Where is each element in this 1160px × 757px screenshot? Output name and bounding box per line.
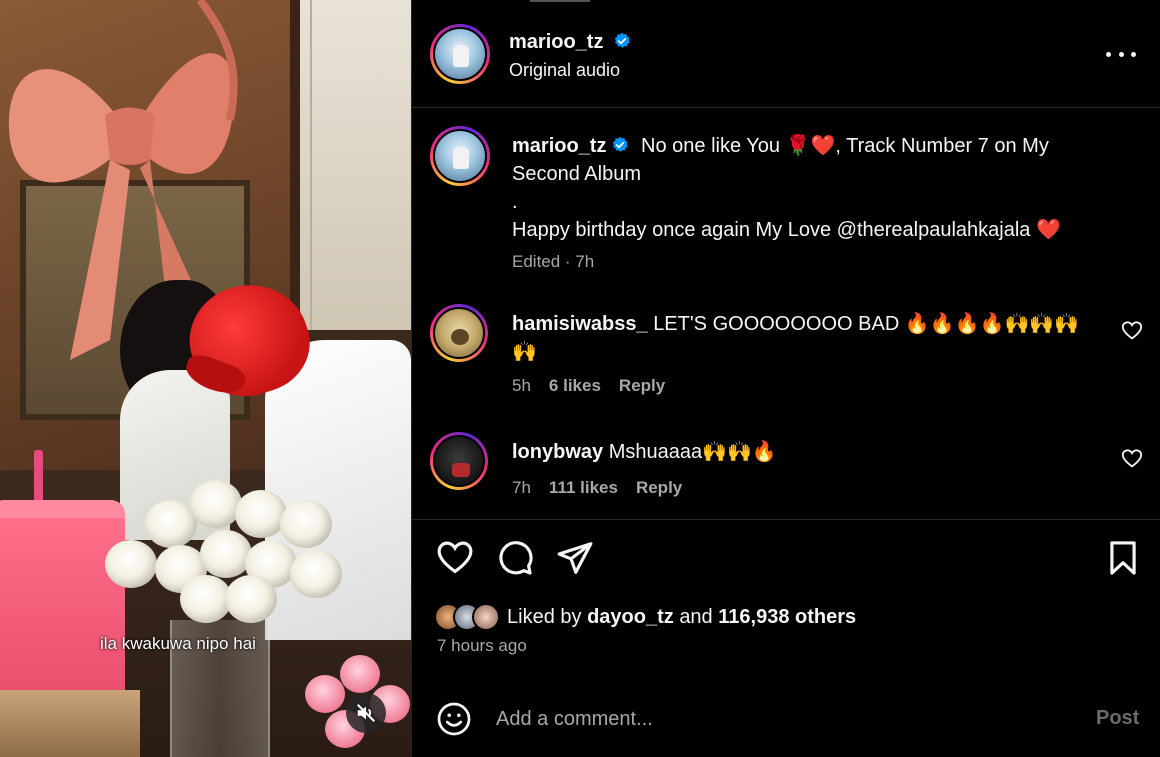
heart-icon[interactable] <box>1121 448 1143 470</box>
smiley-icon <box>437 702 471 736</box>
caption-text-line3: Happy birthday once again My Love @there… <box>512 219 1031 241</box>
more-options-icon <box>1106 51 1111 57</box>
audio-link[interactable]: Original audio <box>509 60 631 81</box>
caption-text-line1: No one like You <box>641 135 781 157</box>
mute-button[interactable] <box>346 693 386 733</box>
caption-username[interactable]: marioo_tz <box>512 135 606 157</box>
author-username[interactable]: marioo_tz <box>509 31 603 53</box>
caption-text-line1-rest: , Track Number 7 on My <box>835 135 1049 157</box>
verified-badge-icon <box>613 136 629 152</box>
heart-icon <box>437 541 473 574</box>
caption-dot: . <box>512 191 518 213</box>
comment-text: LET'S GOOOOOOOO BAD <box>653 313 900 335</box>
comment-bubble-icon <box>499 541 533 575</box>
liked-by-prefix: Liked by <box>507 605 582 628</box>
caption-heart-emoji: ❤️ <box>1035 219 1061 241</box>
caption-text-line2: Second Album <box>512 163 641 185</box>
commenter-avatar[interactable] <box>430 304 488 362</box>
liker-avatar <box>472 603 500 631</box>
verified-badge-icon <box>614 32 630 48</box>
white-roses <box>95 470 355 630</box>
save-button[interactable] <box>1104 539 1142 577</box>
more-options-button[interactable] <box>1106 42 1136 66</box>
liked-by-and: and <box>679 605 713 628</box>
comment-likes-count[interactable]: 111 likes <box>549 478 618 498</box>
liked-by-others[interactable]: 116,938 others <box>718 606 856 628</box>
paper-plane-icon <box>557 542 593 574</box>
comment-composer: Post <box>412 681 1160 757</box>
video-caption: ila kwakuwa nipo hai <box>100 634 256 653</box>
reel-video[interactable]: ila kwakuwa nipo hai <box>0 0 411 757</box>
comment-text: Mshuaaaa <box>608 441 703 463</box>
heart-icon[interactable] <box>1121 320 1143 342</box>
comment-reply-button[interactable]: Reply <box>619 376 665 396</box>
caption-timestamp: Edited · 7h <box>512 252 595 271</box>
comment-reply-button[interactable]: Reply <box>636 478 682 498</box>
speaker-muted-icon <box>357 704 375 722</box>
bookmark-icon <box>1110 541 1136 575</box>
caption-author-avatar[interactable] <box>430 126 490 186</box>
comment-button[interactable] <box>496 539 534 577</box>
share-button[interactable] <box>556 539 594 577</box>
like-button[interactable] <box>436 539 474 577</box>
comments-section[interactable]: marioo_tz No one like You 🌹❤️, Track Num… <box>412 108 1160 520</box>
post-details-panel: marioo_tz Original audio marioo_tz No on… <box>411 0 1160 757</box>
commenter-username[interactable]: lonybway <box>512 441 603 463</box>
post-timestamp[interactable]: 7 hours ago <box>437 636 527 656</box>
post-header: marioo_tz Original audio <box>412 0 1160 108</box>
comment-emoji: 🙌🙌🔥 <box>702 441 777 463</box>
emoji-picker-button[interactable] <box>436 701 472 737</box>
comment-time: 5h <box>512 376 531 395</box>
author-avatar[interactable] <box>430 24 490 84</box>
comment-emoji: 🔥🔥🔥🔥🙌🙌🙌 <box>904 313 1080 335</box>
commenter-username[interactable]: hamisiwabss_ <box>512 313 648 335</box>
comment-time: 7h <box>512 478 531 497</box>
liked-by-user[interactable]: dayoo_tz <box>587 606 674 628</box>
comment-likes-count[interactable]: 6 likes <box>549 376 601 396</box>
post-comment-button[interactable]: Post <box>1096 707 1139 730</box>
caption-emoji: 🌹❤️ <box>785 135 836 157</box>
commenter-avatar[interactable] <box>430 432 488 490</box>
comment-emoji-line2: 🙌 <box>512 341 537 363</box>
caption-meta: Edited · 7h <box>512 252 594 272</box>
comment-input[interactable] <box>496 703 1056 735</box>
likes-summary: Liked by dayoo_tz and 116,938 others <box>434 600 856 634</box>
